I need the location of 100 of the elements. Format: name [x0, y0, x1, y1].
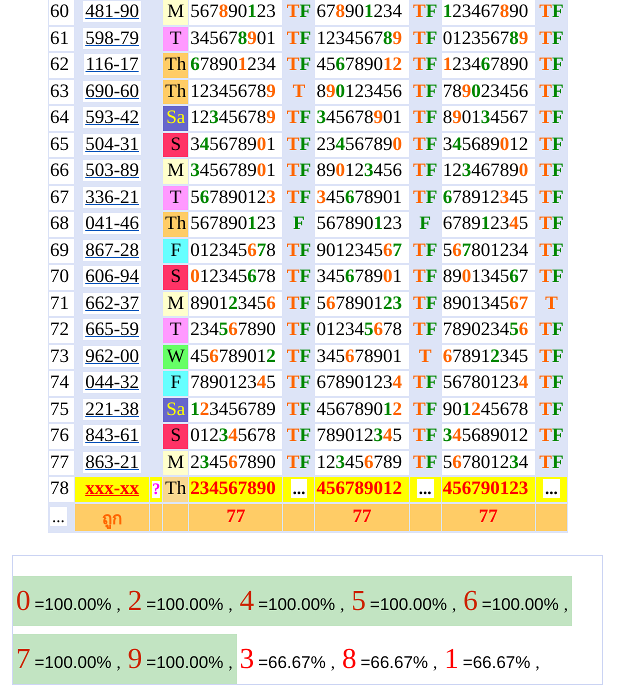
draw-link[interactable]: 843-61 — [83, 425, 142, 446]
row-number: 71 — [49, 292, 74, 316]
digit-label: 4 — [238, 584, 254, 616]
verdict-cell-text: TF — [538, 318, 565, 342]
number-cell: 234567890 — [189, 318, 282, 342]
draw-link[interactable]: 593-42 — [83, 107, 142, 128]
verdict-cell-text: TF — [538, 132, 565, 157]
draw-link[interactable]: 690-60 — [83, 80, 142, 102]
row-number: 62 — [49, 53, 74, 78]
row-number: 69 — [49, 238, 74, 263]
day-cell: W — [163, 344, 188, 369]
total-cell: 77 — [189, 504, 282, 530]
day-cell: Sa — [163, 398, 188, 422]
row-number: 72 — [49, 318, 74, 342]
number-cell: 567801234 — [442, 371, 535, 396]
digit-label: 0 — [15, 584, 30, 616]
verdict-cell-text: TF — [286, 424, 312, 448]
verdict-cell-text: TF — [538, 344, 565, 369]
percent-text: =100.00% — [480, 594, 559, 614]
number-cell: 345678901 — [189, 26, 282, 51]
number-cell: 345678901 — [315, 265, 409, 290]
draw-link[interactable]: 863-21 — [83, 452, 142, 473]
number-cell: 678912345 — [442, 186, 535, 210]
separator-text: , — [116, 594, 122, 614]
row-number: 75 — [49, 398, 74, 422]
number-cell: 678901234 — [189, 53, 282, 78]
verdict-cell-text: TF — [286, 265, 312, 290]
verdict-cell-text: TF — [286, 106, 312, 130]
draw-link[interactable]: 041-46 — [83, 213, 142, 234]
verdict-cell-text: TF — [538, 424, 565, 448]
day-cell: Th — [163, 53, 188, 78]
number-cell: 890123456 — [189, 292, 282, 316]
draw-link[interactable]: 665-59 — [83, 319, 142, 340]
total-cell: 77 — [442, 504, 535, 530]
day-cell: Th — [163, 477, 188, 502]
number-cell: 012345678 — [189, 424, 282, 448]
draw-link[interactable]: 503-89 — [83, 160, 142, 182]
separator-text: , — [227, 594, 234, 614]
number-cell: 123467890 — [442, 0, 535, 24]
draw-link[interactable]: 481-90 — [83, 1, 142, 22]
day-cell: Sa — [163, 106, 188, 130]
verdict-cell-text: F — [418, 212, 432, 236]
number-cell: 890123456 — [315, 159, 409, 184]
percent-text: =100.00% — [368, 594, 447, 614]
number-cell: 567890123 — [315, 212, 409, 236]
verdict-cell-text: T — [544, 292, 559, 316]
percent-text: =66.67% — [257, 652, 326, 672]
verdict-cell-text: TF — [286, 292, 312, 316]
draw-link[interactable]: 336-21 — [83, 186, 142, 208]
percent-text: =100.00% — [257, 594, 336, 614]
verdict-cell-text: TF — [538, 398, 565, 422]
number-cell: 123456789 — [315, 450, 409, 475]
number-cell: 123456789 — [189, 398, 282, 422]
draw-link[interactable]: 116-17 — [84, 54, 141, 76]
number-cell: 567890123 — [189, 0, 282, 24]
verdict-cell-text: TF — [412, 186, 438, 210]
draw-link[interactable]: 221-38 — [83, 398, 142, 420]
verdict-cell-text: TF — [286, 0, 312, 24]
draw-link[interactable]: 867-28 — [83, 240, 142, 261]
draw-link[interactable]: 606-94 — [83, 266, 142, 288]
number-cell: 890134567 — [442, 106, 535, 130]
separator-text: , — [534, 652, 541, 672]
verdict-cell-text: TF — [286, 398, 312, 422]
verdict-cell-text: TF — [538, 26, 565, 51]
separator-text: , — [116, 652, 122, 672]
number-cell: 345678901 — [189, 159, 282, 184]
number-cell: 456790123 — [442, 477, 535, 502]
row-number: 73 — [49, 344, 74, 369]
verdict-cell-text: TF — [538, 450, 565, 475]
number-cell: 123456789 — [315, 26, 409, 51]
number-cell: 678901234 — [315, 0, 409, 24]
total-cell: 77 — [315, 504, 409, 530]
verdict-cell-text: TF — [412, 265, 438, 290]
draw-link[interactable]: 504-31 — [83, 134, 142, 155]
draw-link[interactable]: 962-00 — [83, 346, 142, 367]
row-number: 78 — [49, 477, 74, 502]
number-cell: 012356789 — [442, 26, 535, 51]
verdict-cell-text: TF — [538, 106, 565, 130]
pending-mark: ... — [543, 479, 560, 498]
row-number: 77 — [49, 450, 74, 475]
day-cell: Th — [163, 80, 188, 104]
verdict-cell-text: TF — [286, 26, 312, 51]
number-cell: 345689012 — [442, 132, 535, 157]
verdict-cell-text: TF — [412, 132, 438, 157]
row-number: 60 — [49, 0, 74, 24]
row-number: 76 — [49, 424, 74, 448]
day-cell: Th — [163, 212, 188, 236]
number-cell: 890134567 — [442, 265, 535, 290]
percent-text: =66.67% — [359, 652, 428, 672]
draw-link[interactable]: 598-79 — [83, 28, 142, 49]
draw-link[interactable]: 662-37 — [83, 292, 142, 314]
verdict-cell-text: TF — [412, 159, 438, 184]
verdict-cell-text: TF — [412, 238, 438, 263]
verdict-cell-text: TF — [538, 371, 565, 396]
number-cell: 567801234 — [442, 238, 535, 263]
verdict-cell-text: TF — [412, 371, 438, 396]
verdict-cell-text: TF — [538, 80, 565, 104]
verdict-cell-text: TF — [538, 238, 565, 263]
row-number: 70 — [49, 265, 74, 290]
draw-link[interactable]: 044-32 — [83, 372, 142, 394]
